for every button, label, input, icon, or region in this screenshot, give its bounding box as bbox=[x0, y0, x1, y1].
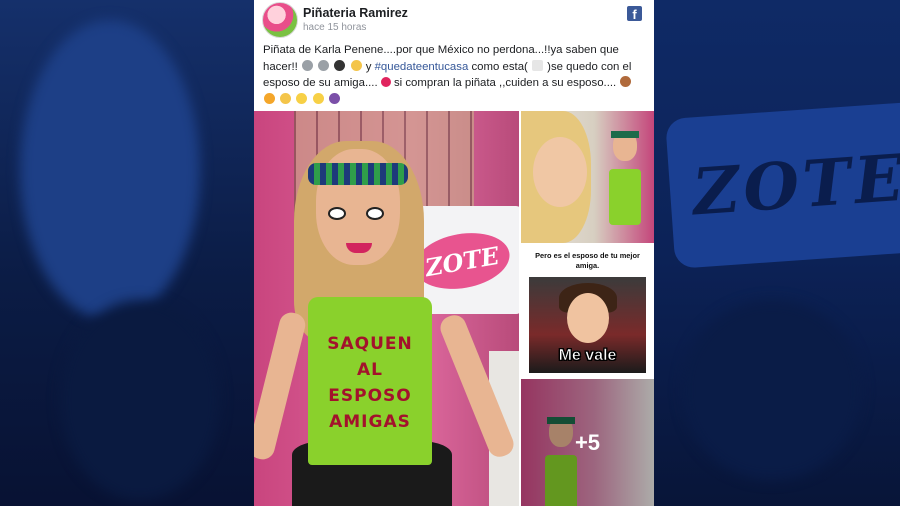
background-left bbox=[0, 0, 254, 506]
page-avatar[interactable] bbox=[262, 2, 298, 38]
more-photos-count: +5 bbox=[574, 429, 601, 455]
selfie-face bbox=[533, 137, 587, 207]
background-blur-shape bbox=[20, 20, 200, 320]
background-zote-sign: ZOTE bbox=[665, 101, 900, 269]
background-right: ZOTE bbox=[652, 0, 900, 506]
apron-line: AMIGAS bbox=[329, 412, 411, 432]
flexed-biceps-emoji-icon bbox=[280, 92, 292, 104]
red-circle-emoji-icon bbox=[380, 77, 391, 87]
zote-logo-text: ZOTE bbox=[422, 240, 502, 282]
post-text-part: si compran la piñata ,,cuiden a su espos… bbox=[393, 77, 617, 89]
grimacing-emoji-icon bbox=[296, 92, 308, 104]
apron-text: SAQUEN AL ESPOSO AMIGAS bbox=[308, 331, 432, 435]
post-text-part: y bbox=[365, 60, 375, 73]
sunglasses-emoji-icon bbox=[334, 59, 346, 71]
photo-thumbnail-meme[interactable]: Pero es el esposo de tu mejor amiga. Me … bbox=[521, 245, 654, 377]
meme-label: Me vale bbox=[558, 347, 617, 365]
background-blur-shape bbox=[60, 300, 220, 500]
pinata-bandana bbox=[308, 163, 408, 185]
pinata-eye bbox=[366, 207, 384, 220]
devil-emoji-icon bbox=[328, 92, 340, 104]
background-blur-shape bbox=[682, 300, 862, 480]
pinata-eye bbox=[328, 207, 346, 220]
post-text-part: como esta( bbox=[471, 60, 528, 73]
mini-pinata bbox=[605, 123, 645, 241]
mini-pinata-apron bbox=[609, 169, 641, 225]
relieved-emoji-icon bbox=[312, 92, 324, 104]
hashtag-link[interactable]: #quedateentucasa bbox=[375, 61, 469, 73]
photo-thumbnail-selfie[interactable] bbox=[521, 111, 654, 243]
pinata-apron: SAQUEN AL ESPOSO AMIGAS bbox=[308, 297, 432, 465]
nail-polish-emoji-icon bbox=[264, 92, 275, 104]
meme-caption: Pero es el esposo de tu mejor amiga. bbox=[535, 251, 640, 270]
pinata-arm bbox=[254, 310, 308, 462]
facebook-icon: f bbox=[627, 6, 642, 22]
main-photo[interactable]: ZOTE SAQUEN AL ESPOSO AMIGAS bbox=[254, 111, 519, 506]
zote-logo: ZOTE bbox=[410, 226, 514, 296]
speaking-head-emoji-icon bbox=[302, 59, 313, 71]
apron-line: AL bbox=[357, 360, 383, 380]
background-zote-text: ZOTE bbox=[690, 140, 900, 230]
meme-face bbox=[567, 293, 609, 343]
social-post: Piñateria Ramirez hace 15 horas f Piñata… bbox=[254, 0, 654, 506]
photo-grid: ZOTE SAQUEN AL ESPOSO AMIGAS Pero es el … bbox=[254, 111, 654, 506]
post-timestamp[interactable]: hace 15 horas bbox=[303, 22, 366, 33]
flexed-biceps-emoji-icon bbox=[350, 59, 362, 71]
person-emoji-icon bbox=[620, 76, 632, 87]
apron-line: SAQUEN bbox=[327, 334, 413, 354]
page-name[interactable]: Piñateria Ramirez bbox=[303, 6, 408, 20]
more-photos-overlay[interactable]: +5 bbox=[521, 379, 654, 506]
photo-thumbnail-more[interactable]: +5 bbox=[521, 379, 654, 506]
post-text: Piñata de Karla Penene....por que México… bbox=[263, 42, 647, 108]
mini-pinata-bandana bbox=[611, 131, 639, 138]
apron-line: ESPOSO bbox=[328, 386, 412, 406]
post-header: Piñateria Ramirez hace 15 horas f bbox=[262, 2, 646, 40]
tooth-emoji-icon bbox=[532, 59, 543, 71]
speaking-head-emoji-icon bbox=[318, 59, 330, 71]
meme-photo: Me vale bbox=[529, 277, 646, 373]
